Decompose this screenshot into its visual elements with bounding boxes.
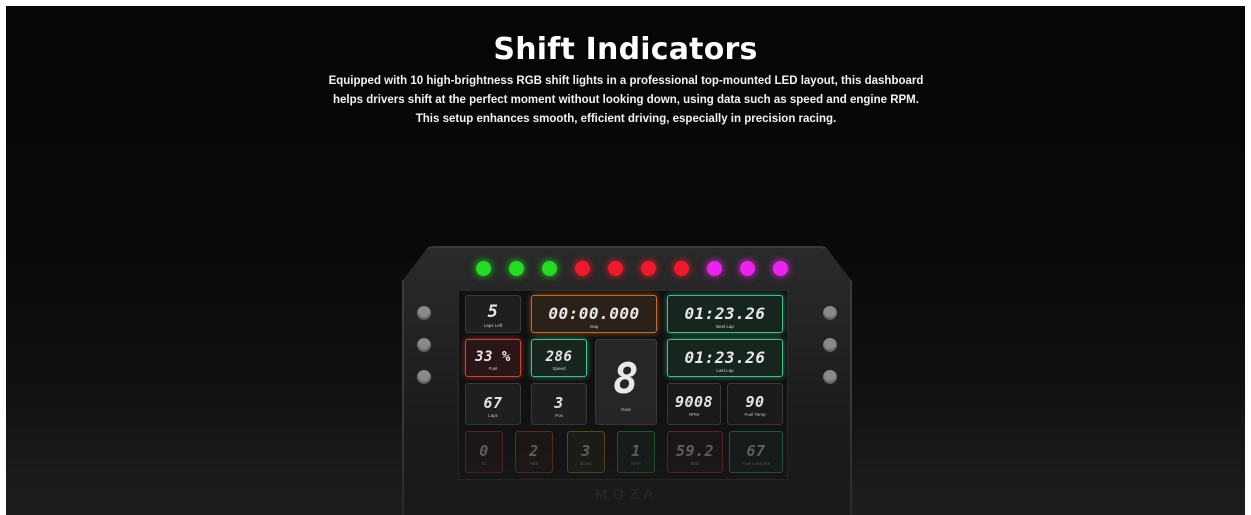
fuel-temp-tile: 90 Fuel Temp <box>727 383 783 425</box>
dashboard-device-image: 5 Laps Left 00:00.000 Gap 01:23.26 Best … <box>402 246 852 515</box>
shift-light-led <box>542 261 557 276</box>
right-side-button <box>823 370 837 384</box>
gear-tile: 8 Gear <box>595 339 657 425</box>
section-title: Shift Indicators <box>493 32 758 67</box>
fuel-tile: 33 % Fuel <box>465 339 521 377</box>
laps-left-tile: 5 Laps Left <box>465 295 521 333</box>
shift-light-led <box>740 261 755 276</box>
right-side-button <box>823 306 837 320</box>
shift-light-led <box>575 261 590 276</box>
section-description: Equipped with 10 high-brightness RGB shi… <box>326 72 926 129</box>
left-side-button <box>417 370 431 384</box>
rpm-tile: 9008 RPM <box>667 383 721 425</box>
bias-tile: 59.2 Bias <box>667 431 723 473</box>
shift-light-led <box>476 261 491 276</box>
left-side-button <box>417 338 431 352</box>
right-side-button <box>823 338 837 352</box>
map-tile: 1 MAP <box>617 431 655 473</box>
laps-tile: 67 Laps <box>465 383 521 425</box>
tc-tile: 0 TC <box>465 431 503 473</box>
boost-tile: 3 Boost <box>567 431 605 473</box>
shift-light-led <box>674 261 689 276</box>
shift-light-led <box>509 261 524 276</box>
description-line: Equipped with 10 high-brightness RGB shi… <box>328 75 924 87</box>
left-side-button <box>417 306 431 320</box>
abs-tile: 2 ABS <box>515 431 553 473</box>
product-feature-section: Shift Indicators Equipped with 10 high-b… <box>6 6 1245 515</box>
description-line: helps drivers shift at the perfect momen… <box>333 94 919 106</box>
dashboard-screen: 5 Laps Left 00:00.000 Gap 01:23.26 Best … <box>458 290 788 480</box>
speed-tile: 286 Speed <box>531 339 587 377</box>
shift-light-led <box>707 261 722 276</box>
shift-light-led <box>608 261 623 276</box>
best-lap-tile: 01:23.26 Best Lap <box>667 295 783 333</box>
gap-tile: 00:00.000 Gap <box>531 295 657 333</box>
shift-light-led <box>641 261 656 276</box>
fuel-consume-tile: 67 Fuel consume <box>729 431 783 473</box>
last-lap-tile: 01:23.26 Last Lap <box>667 339 783 377</box>
description-line: This setup enhances smooth, efficient dr… <box>415 113 837 125</box>
position-tile: 3 Pos <box>531 383 587 425</box>
brand-logo: MOZA <box>594 486 660 503</box>
shift-light-led <box>773 261 788 276</box>
